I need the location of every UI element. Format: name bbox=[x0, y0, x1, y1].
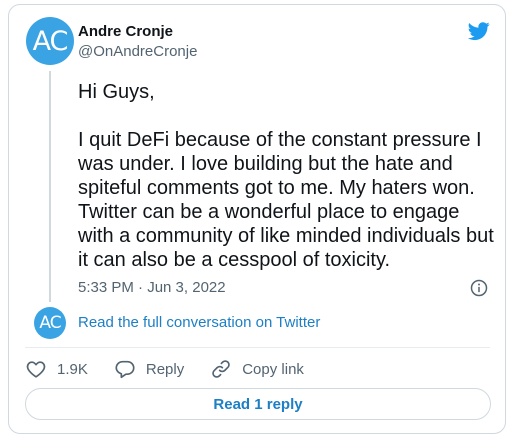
link-icon bbox=[212, 360, 230, 378]
tweet-card: AC Andre Cronje @OnAndreCronje Hi Guys, … bbox=[8, 4, 506, 434]
conversation-avatar-initials: AC bbox=[39, 313, 61, 333]
divider bbox=[25, 347, 490, 348]
read-replies-button[interactable]: Read 1 reply bbox=[25, 388, 491, 420]
author-handle[interactable]: @OnAndreCronje bbox=[78, 43, 197, 60]
tweet-text: Hi Guys, I quit DeFi because of the cons… bbox=[78, 81, 494, 271]
twitter-bird-icon[interactable] bbox=[467, 20, 491, 42]
copy-link-button[interactable]: Copy link bbox=[210, 358, 304, 380]
reply-button[interactable]: Reply bbox=[114, 358, 184, 380]
conversation-avatar[interactable]: AC bbox=[34, 307, 66, 339]
author-avatar[interactable]: AC bbox=[26, 17, 74, 65]
like-count: 1.9K bbox=[57, 360, 88, 378]
action-bar: 1.9K Reply Copy link bbox=[25, 357, 330, 381]
reply-label: Reply bbox=[145, 360, 185, 378]
avatar-initials: AC bbox=[32, 25, 69, 57]
copy-link-label: Copy link bbox=[242, 360, 304, 378]
like-button[interactable]: 1.9K bbox=[25, 358, 88, 380]
heart-icon bbox=[26, 361, 46, 378]
thread-line bbox=[49, 71, 51, 302]
reply-bubble-icon bbox=[115, 360, 135, 379]
info-icon[interactable] bbox=[470, 279, 488, 297]
read-full-conversation-link[interactable]: Read the full conversation on Twitter bbox=[78, 314, 320, 331]
author-name[interactable]: Andre Cronje bbox=[78, 23, 173, 40]
tweet-timestamp[interactable]: 5:33 PM · Jun 3, 2022 bbox=[78, 279, 226, 296]
